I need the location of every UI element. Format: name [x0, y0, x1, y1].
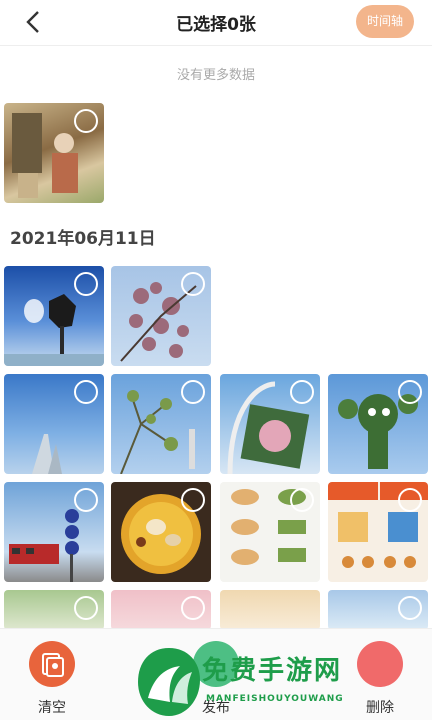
photo-thumbnail[interactable]	[4, 590, 104, 630]
photo-thumbnail[interactable]	[220, 590, 320, 630]
watermark-subtext: MANFEISHOUYOUWANG	[206, 694, 344, 704]
watermark-logo-icon	[138, 648, 200, 716]
no-more-data-text: 没有更多数据	[176, 68, 255, 83]
timeline-button[interactable]: 时间轴	[356, 5, 414, 38]
photo-thumbnail[interactable]	[4, 374, 104, 474]
watermark-text: 免费手游网	[202, 656, 343, 686]
photo-thumbnail[interactable]	[328, 374, 428, 474]
select-circle-icon[interactable]	[74, 488, 98, 512]
photo-thumbnail[interactable]	[4, 103, 104, 203]
photo-thumbnail[interactable]	[111, 266, 211, 366]
photo-thumbnail[interactable]	[4, 266, 104, 366]
select-circle-icon[interactable]	[181, 488, 205, 512]
select-circle-icon[interactable]	[74, 380, 98, 404]
select-circle-icon[interactable]	[181, 380, 205, 404]
select-circle-icon[interactable]	[74, 596, 98, 620]
select-circle-icon[interactable]	[74, 272, 98, 296]
photo-thumbnail[interactable]	[111, 482, 211, 582]
select-circle-icon[interactable]	[398, 596, 422, 620]
select-circle-icon[interactable]	[74, 109, 98, 133]
photo-thumbnail[interactable]	[328, 590, 428, 630]
photo-thumbnail[interactable]	[111, 374, 211, 474]
app-header: 已选择0张 时间轴	[0, 0, 432, 46]
select-circle-icon[interactable]	[181, 272, 205, 296]
select-circle-icon[interactable]	[398, 488, 422, 512]
photo-thumbnail[interactable]	[220, 482, 320, 582]
date-group-label: 2021年06月11日	[10, 229, 156, 249]
photo-thumbnail[interactable]	[4, 482, 104, 582]
clear-button[interactable]: 清空	[22, 641, 82, 717]
select-circle-icon[interactable]	[398, 380, 422, 404]
clear-icon	[29, 641, 75, 687]
clear-label: 清空	[38, 700, 66, 716]
photo-thumbnail[interactable]	[220, 374, 320, 474]
select-circle-icon[interactable]	[290, 488, 314, 512]
select-circle-icon[interactable]	[181, 596, 205, 620]
photo-thumbnail[interactable]	[328, 482, 428, 582]
photo-thumbnail[interactable]	[111, 590, 211, 630]
watermark: 免费手游网 MANFEISHOUYOUWANG	[136, 644, 432, 720]
select-circle-icon[interactable]	[290, 380, 314, 404]
